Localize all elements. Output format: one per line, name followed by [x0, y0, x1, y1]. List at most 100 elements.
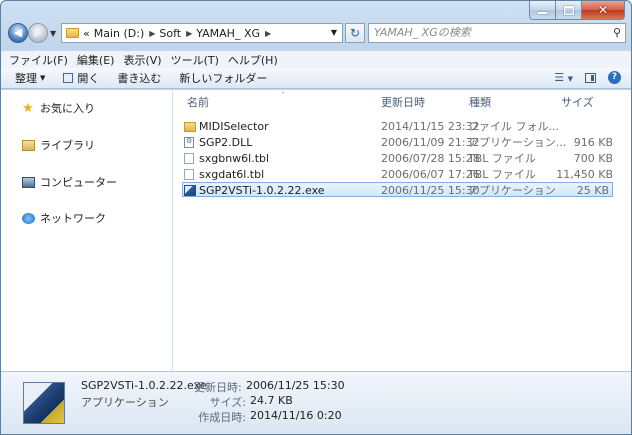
- refresh-icon: ↻: [349, 26, 361, 40]
- chevron-right-icon[interactable]: ▶: [186, 29, 192, 38]
- nav-item-favorites[interactable]: ★ お気に入り: [22, 100, 95, 116]
- file-size: 25 KB: [576, 184, 609, 197]
- dll-file-icon: [184, 137, 194, 148]
- search-input[interactable]: YAMAH_ XGの検索 ⚲: [368, 23, 626, 43]
- breadcrumb-soft[interactable]: Soft: [159, 27, 181, 40]
- file-name: SGP2.DLL: [199, 136, 253, 149]
- view-options-button[interactable]: ☰ ▼: [554, 71, 573, 84]
- column-header-date[interactable]: 更新日時: [381, 94, 425, 112]
- file-type: ファイル フォル...: [468, 120, 559, 133]
- command-bar: 整理 ▼ 開く 書き込む 新しいフォルダー ☰ ▼ ?: [1, 68, 631, 89]
- file-size: 700 KB: [573, 152, 613, 165]
- column-header-type[interactable]: 種類: [469, 94, 491, 112]
- open-button[interactable]: 開く: [63, 70, 99, 86]
- nav-item-libraries[interactable]: ライブラリ: [22, 137, 95, 153]
- burn-button[interactable]: 書き込む: [117, 70, 161, 86]
- details-file-name: SGP2VSTi-1.0.2.22.exe: [81, 379, 207, 392]
- details-file-type: アプリケーション: [81, 396, 169, 409]
- minimize-button[interactable]: [529, 1, 556, 20]
- view-list-icon: ☰: [554, 71, 565, 84]
- caption-buttons: ✕: [529, 1, 625, 20]
- details-created-value: 2014/11/16 0:20: [250, 409, 342, 422]
- document-icon: [184, 169, 194, 180]
- file-date: 2014/11/15 23:32: [381, 120, 480, 133]
- details-modified-label: 更新日時:: [194, 381, 242, 394]
- title-bar: ✕: [1, 1, 631, 23]
- organize-label: 整理: [15, 72, 37, 85]
- maximize-icon: [563, 5, 574, 15]
- file-date: 2006/11/09 21:32: [381, 136, 480, 149]
- folder-icon: [184, 122, 196, 132]
- minimize-icon: [538, 12, 547, 14]
- menu-edit[interactable]: 編集(E): [77, 52, 115, 68]
- details-size-value: 24.7 KB: [250, 394, 293, 407]
- help-icon[interactable]: ?: [608, 71, 621, 84]
- breadcrumb-current[interactable]: YAMAH_ XG: [196, 27, 260, 40]
- file-size: 916 KB: [573, 136, 613, 149]
- nav-item-label: お気に入り: [40, 102, 95, 115]
- document-icon: [184, 153, 194, 164]
- open-label: 開く: [77, 72, 100, 85]
- column-header-size[interactable]: サイズ: [561, 94, 594, 112]
- recent-pages-dropdown[interactable]: ▼: [50, 29, 56, 38]
- forward-button[interactable]: ▶: [28, 23, 48, 43]
- file-row[interactable]: sxgdat6l.tbl 2006/06/07 17:26 TBL ファイル 1…: [183, 167, 613, 182]
- file-type: TBL ファイル: [468, 152, 536, 165]
- nav-item-computer[interactable]: コンピューター: [22, 174, 117, 190]
- maximize-button[interactable]: [556, 1, 582, 20]
- menu-view[interactable]: 表示(V): [123, 52, 161, 68]
- organize-button[interactable]: 整理 ▼: [15, 70, 45, 86]
- chevron-down-icon: ▼: [40, 74, 46, 82]
- breadcrumb-drive[interactable]: Main (D:): [94, 27, 145, 40]
- open-icon: [63, 73, 74, 83]
- details-pane: SGP2VSTi-1.0.2.22.exe アプリケーション 更新日時: 200…: [1, 371, 631, 434]
- file-name: MIDISelector: [199, 120, 269, 133]
- details-created-label: 作成日時:: [198, 411, 246, 424]
- arrow-left-icon: ◀: [13, 26, 23, 39]
- close-button[interactable]: ✕: [582, 1, 625, 20]
- chevron-down-icon: ▼: [567, 75, 573, 83]
- address-bar[interactable]: « Main (D:) ▶ Soft ▶ YAMAH_ XG ▶ ▼: [61, 23, 343, 43]
- file-name: SGP2VSTi-1.0.2.22.exe: [199, 184, 325, 197]
- preview-pane-icon[interactable]: [585, 72, 596, 83]
- new-folder-label: 新しいフォルダー: [179, 72, 268, 85]
- nav-item-label: コンピューター: [40, 176, 117, 189]
- arrow-right-icon: ▶: [33, 26, 43, 39]
- file-date: 2006/06/07 17:26: [381, 168, 480, 181]
- file-row[interactable]: sxgbnw6l.tbl 2006/07/28 15:28 TBL ファイル 7…: [183, 151, 613, 166]
- nav-item-label: ライブラリ: [40, 139, 95, 152]
- chevron-right-icon[interactable]: ▶: [149, 29, 155, 38]
- close-icon: ✕: [597, 3, 609, 17]
- file-row[interactable]: SGP2.DLL 2006/11/09 21:32 アプリケーション... 91…: [183, 135, 613, 150]
- column-header-name[interactable]: 名前 ˄: [187, 91, 285, 112]
- file-row[interactable]: MIDISelector 2014/11/15 23:32 ファイル フォル..…: [183, 119, 613, 134]
- menu-bar: ファイル(F) 編集(E) 表示(V) ツール(T) ヘルプ(H): [1, 50, 631, 68]
- chevron-down-icon[interactable]: ▼: [331, 28, 337, 37]
- menu-file[interactable]: ファイル(F): [9, 52, 68, 68]
- back-button[interactable]: ◀: [8, 23, 28, 43]
- burn-label: 書き込む: [117, 72, 162, 85]
- chevron-right-icon[interactable]: ▶: [265, 29, 271, 38]
- computer-icon: [22, 176, 35, 188]
- navigation-pane: ★ お気に入り ライブラリ コンピューター ネットワーク: [1, 90, 173, 371]
- nav-item-network[interactable]: ネットワーク: [22, 210, 106, 226]
- exe-file-icon: [184, 185, 196, 196]
- breadcrumb-overflow[interactable]: «: [83, 27, 90, 40]
- menu-help[interactable]: ヘルプ(H): [228, 52, 278, 68]
- file-row-selected[interactable]: SGP2VSTi-1.0.2.22.exe 2006/11/25 15:30 ア…: [182, 182, 613, 197]
- menu-tools[interactable]: ツール(T): [171, 52, 219, 68]
- sort-ascending-icon: ˄: [281, 91, 285, 100]
- refresh-button[interactable]: ↻: [345, 23, 365, 43]
- address-row: ◀ ▶ ▼ « Main (D:) ▶ Soft ▶ YAMAH_ XG ▶ ▼…: [1, 22, 631, 46]
- file-size: 11,450 KB: [556, 168, 613, 181]
- folder-icon: [66, 28, 79, 38]
- nav-item-label: ネットワーク: [40, 212, 106, 225]
- new-folder-button[interactable]: 新しいフォルダー: [179, 70, 267, 86]
- file-list: 名前 ˄ 更新日時 種類 サイズ MIDISelector 2014/11/15 …: [173, 90, 631, 371]
- file-date: 2006/07/28 15:28: [381, 152, 480, 165]
- file-name: sxgbnw6l.tbl: [199, 152, 270, 165]
- network-icon: [22, 212, 35, 224]
- search-icon[interactable]: ⚲: [613, 24, 621, 42]
- star-icon: ★: [22, 100, 34, 116]
- column-name-label: 名前: [187, 96, 209, 109]
